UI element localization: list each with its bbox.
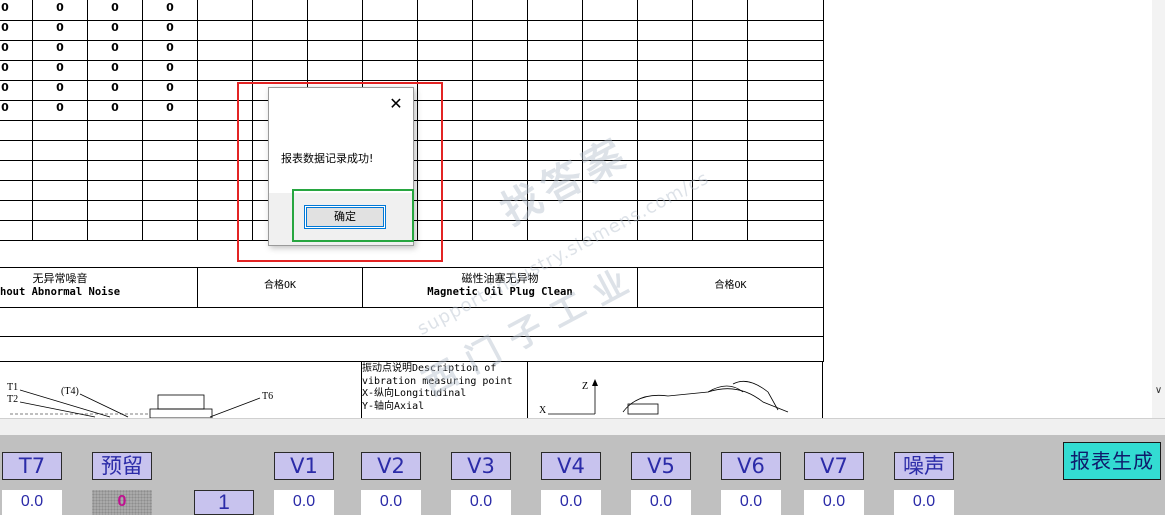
table-cell: 0 — [1, 81, 9, 94]
drawing-label-t6: T6 — [262, 391, 274, 402]
grid-line — [32, 0, 33, 241]
drawing-label-z: Z — [582, 381, 589, 392]
report-sheet: 0 0 0 0 0 0 0 0 0 0 0 0 0 0 0 0 0 0 0 0 … — [0, 0, 1152, 418]
close-icon[interactable]: ✕ — [385, 93, 407, 115]
grid-line — [87, 0, 88, 241]
tag-v2: V2 — [361, 452, 421, 480]
value-v4: 0.0 — [541, 490, 601, 515]
drawing-label-x: X — [539, 405, 547, 416]
table-cell: 0 — [56, 21, 64, 34]
tag-v1: V1 — [274, 452, 334, 480]
table-cell: 0 — [56, 41, 64, 54]
table-cell: 0 — [56, 81, 64, 94]
table-cell: 0 — [1, 1, 9, 14]
table-cell: 0 — [166, 101, 174, 114]
grid-line — [692, 0, 693, 241]
hmi-panel: T7 预留 V1 V2 V3 V4 V5 V6 V7 噪声 0.0 0 1 0.… — [0, 435, 1165, 515]
value-v7: 0.0 — [804, 490, 864, 515]
grid-line — [747, 0, 748, 241]
drawing-label-t4: (T4) — [61, 386, 79, 397]
grid-line — [142, 0, 143, 241]
grid-line — [637, 0, 638, 241]
grid-line — [822, 361, 823, 418]
scroll-down-icon[interactable]: ∨ — [1153, 384, 1164, 398]
grid-line — [197, 0, 198, 241]
table-cell: 0 — [1, 101, 9, 114]
horizontal-scrollbar[interactable] — [0, 418, 1165, 436]
table-cell: 0 — [111, 101, 119, 114]
vertical-scrollbar[interactable]: ∨ — [1152, 0, 1165, 418]
value-v2: 0.0 — [361, 490, 421, 515]
table-cell: 0 — [111, 61, 119, 74]
tag-noise: 噪声 — [894, 452, 954, 480]
tag-v6: V6 — [721, 452, 781, 480]
table-cell: 0 — [56, 1, 64, 14]
table-cell: 0 — [111, 41, 119, 54]
check-item-oilplug-result: 合格OK — [714, 280, 747, 291]
sensor-drawing-right-svg — [548, 379, 789, 415]
table-cell: 0 — [166, 61, 174, 74]
table-cell: 0 — [1, 41, 9, 54]
dialog-message: 报表数据记录成功! — [281, 152, 374, 165]
tag-t7: T7 — [2, 452, 62, 480]
table-cell: 0 — [111, 21, 119, 34]
table-cell: 0 — [166, 21, 174, 34]
grid-line — [582, 0, 583, 241]
value-v3: 0.0 — [451, 490, 511, 515]
table-cell: 0 — [56, 61, 64, 74]
green-highlight-box — [292, 189, 414, 242]
table-cell: 0 — [1, 21, 9, 34]
grid-line — [823, 0, 824, 362]
value-reserve[interactable]: 0 — [92, 490, 152, 515]
grid-line — [0, 336, 823, 337]
generate-report-button[interactable]: 报表生成 — [1063, 442, 1161, 480]
tag-v4: V4 — [541, 452, 601, 480]
value-counter: 1 — [194, 490, 254, 515]
value-t7: 0.0 — [2, 490, 62, 515]
table-cell: 0 — [166, 81, 174, 94]
table-cell: 0 — [166, 1, 174, 14]
table-cell: 0 — [166, 41, 174, 54]
check-item-noise-result: 合格OK — [263, 280, 297, 291]
grid-line — [527, 0, 528, 241]
tag-v5: V5 — [631, 452, 691, 480]
watermark-line-2: support.industry.siemens.com/cs — [414, 167, 713, 340]
sensor-drawing-left-svg — [10, 389, 261, 418]
table-cell: 0 — [1, 61, 9, 74]
watermark-line-1: 找答案 — [493, 129, 638, 235]
drawing-label-t1: T1 — [7, 382, 19, 393]
value-noise: 0.0 — [894, 490, 954, 515]
tag-v7: V7 — [804, 452, 864, 480]
grid-line — [0, 307, 823, 308]
grid-line — [0, 267, 823, 268]
check-item-noise-en: hout Abnormal Noise — [0, 286, 121, 298]
tag-v3: V3 — [451, 452, 511, 480]
tag-reserve: 预留 — [92, 452, 152, 480]
grid-line — [472, 0, 473, 241]
check-item-oilplug-cn: 磁性油塞无异物 — [461, 272, 539, 285]
value-v1: 0.0 — [274, 490, 334, 515]
table-cell: 0 — [111, 1, 119, 14]
check-item-noise-cn: 无异常噪音 — [32, 272, 88, 285]
value-v5: 0.0 — [631, 490, 691, 515]
vibration-description: 振动点说明Description of vibration measuring … — [362, 363, 513, 412]
drawing-label-t2: T2 — [7, 394, 19, 405]
check-item-oilplug-en: Magnetic Oil Plug Clean — [427, 286, 573, 298]
value-v6: 0.0 — [721, 490, 781, 515]
table-cell: 0 — [56, 101, 64, 114]
table-cell: 0 — [111, 81, 119, 94]
